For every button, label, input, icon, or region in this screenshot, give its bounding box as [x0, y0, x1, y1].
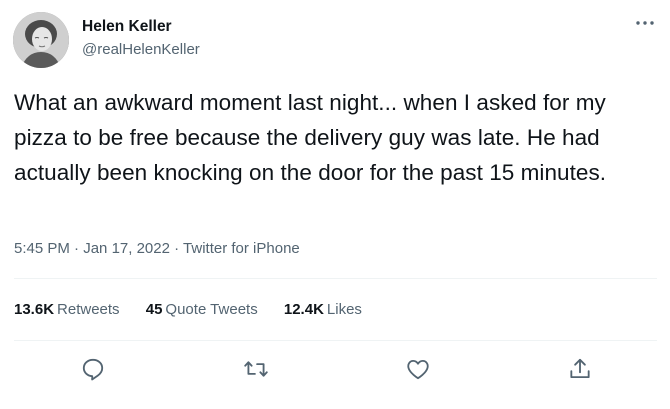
divider: [14, 340, 657, 341]
portrait-icon: [13, 12, 69, 68]
likes-count: 12.4K: [283, 301, 324, 318]
retweets-count: 13.6K: [14, 301, 55, 318]
tweet-stats: 13.6K Retweets 45 Quote Tweets 12.4K Likes: [14, 300, 384, 320]
divider: [14, 278, 657, 279]
likes-label: Likes: [326, 301, 362, 318]
user-handle[interactable]: @realHelenKeller: [82, 40, 200, 60]
retweet-icon[interactable]: [243, 356, 269, 382]
tweet-date[interactable]: Jan 17, 2022: [83, 240, 170, 257]
heart-icon[interactable]: [405, 356, 431, 382]
quote-tweets-label: Quote Tweets: [165, 301, 258, 318]
retweets-stat[interactable]: 13.6K Retweets: [14, 300, 120, 320]
meta-separator: ·: [74, 240, 80, 257]
retweets-label: Retweets: [57, 301, 120, 318]
tweet-text: What an awkward moment last night... whe…: [14, 90, 607, 185]
tweet-source[interactable]: Twitter for iPhone: [183, 240, 300, 257]
tweet-actions: [0, 352, 670, 386]
share-icon[interactable]: [567, 356, 593, 382]
display-name[interactable]: Helen Keller: [82, 17, 200, 37]
tweet-header: Helen Keller @realHelenKeller: [13, 12, 658, 70]
user-name-block: Helen Keller @realHelenKeller: [82, 17, 200, 60]
quote-tweets-count: 45: [145, 301, 163, 318]
quote-tweets-stat[interactable]: 45 Quote Tweets: [146, 300, 258, 320]
likes-stat[interactable]: 12.4K Likes: [284, 300, 362, 320]
avatar[interactable]: [13, 12, 69, 68]
meta-separator: ·: [174, 240, 180, 257]
reply-icon[interactable]: [80, 356, 106, 382]
more-horizontal-icon[interactable]: [634, 16, 656, 30]
tweet-meta: 5:45 PM · Jan 17, 2022 · Twitter for iPh…: [14, 239, 300, 259]
tweet-time[interactable]: 5:45 PM: [14, 240, 70, 257]
